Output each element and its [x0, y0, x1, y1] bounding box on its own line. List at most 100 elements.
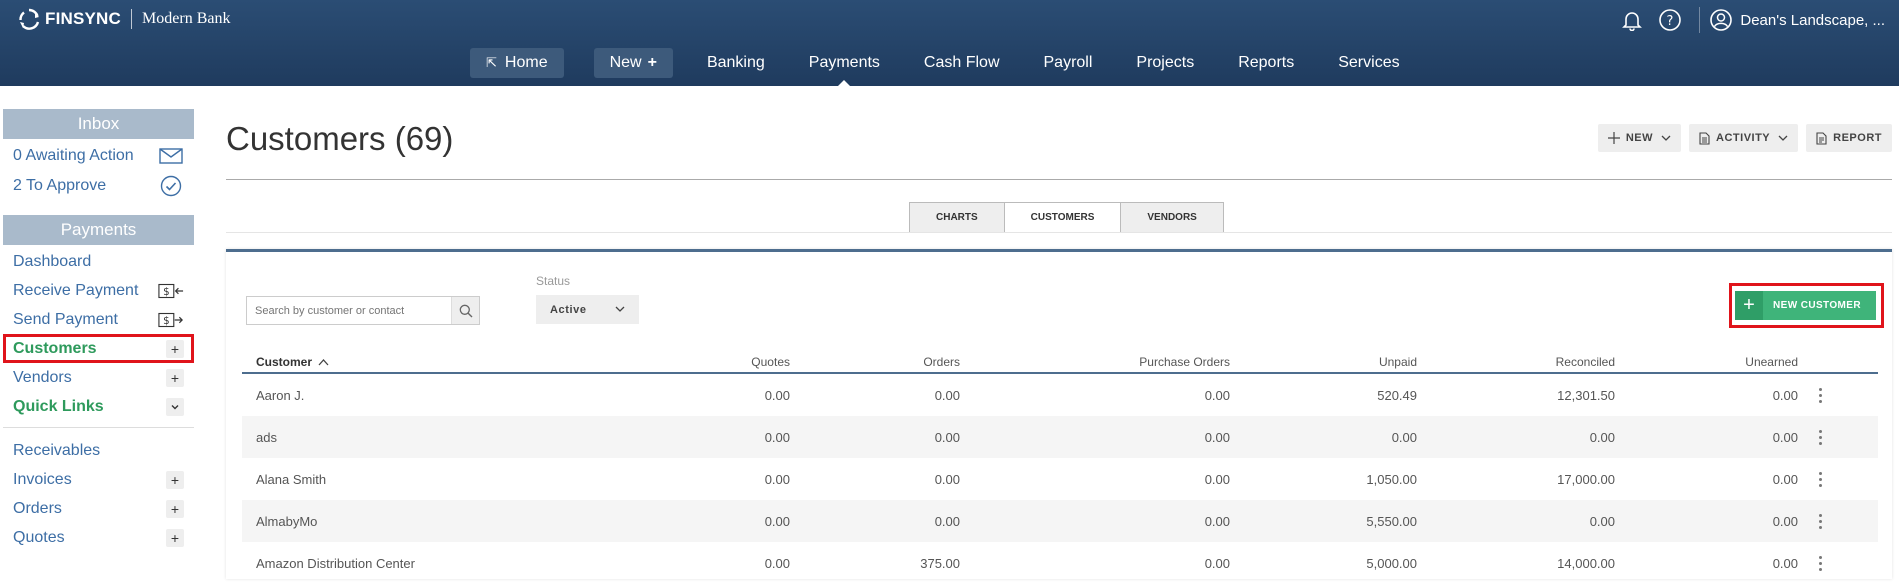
sidebar-item-customers[interactable]: Customers + — [3, 334, 194, 363]
plus-icon — [1607, 132, 1620, 144]
cell-purchase-orders: 0.00 — [1204, 555, 1230, 571]
column-quotes[interactable]: Quotes — [562, 355, 790, 369]
new-customer-highlight: + NEW CUSTOMER — [1729, 283, 1884, 328]
cell-reconciled: 0.00 — [1589, 513, 1615, 529]
payments-header: Payments — [3, 215, 194, 245]
column-purchase-orders[interactable]: Purchase Orders — [960, 355, 1230, 369]
status-filter-value: Active — [550, 303, 587, 316]
account-name[interactable]: Dean's Landscape, ... — [1740, 12, 1885, 29]
svg-text:?: ? — [1667, 14, 1674, 29]
nav-reports[interactable]: Reports — [1216, 48, 1316, 78]
cell-unearned: 0.00 — [1772, 555, 1798, 571]
status-filter-select[interactable]: Active — [536, 295, 639, 324]
row-menu-icon[interactable] — [1798, 387, 1842, 403]
row-menu-icon[interactable] — [1798, 555, 1842, 571]
add-customer-plus-icon[interactable]: + — [166, 339, 184, 358]
column-customer[interactable]: Customer — [242, 355, 562, 369]
nav-projects[interactable]: Projects — [1114, 48, 1216, 78]
nav-home[interactable]: ⇱ Home — [470, 48, 564, 78]
chevron-down-icon[interactable] — [166, 397, 184, 416]
sidebar-item-label: Invoices — [13, 470, 72, 488]
activity-dropdown-button[interactable]: ACTIVITY — [1689, 124, 1799, 152]
tab-customers[interactable]: CUSTOMERS — [1003, 202, 1122, 233]
sidebar-item-send-payment[interactable]: Send Payment $ — [3, 305, 194, 334]
column-unpaid[interactable]: Unpaid — [1230, 355, 1417, 369]
bell-icon[interactable] — [1619, 7, 1645, 33]
sidebar-item-quick-links[interactable]: Quick Links — [3, 392, 194, 421]
add-invoice-plus-icon[interactable]: + — [166, 470, 184, 489]
document-icon — [1699, 131, 1710, 145]
arrow-up-left-icon: ⇱ — [486, 55, 497, 70]
search-input[interactable] — [247, 297, 451, 324]
table-row[interactable]: Amazon Distribution Center 0.00 375.00 0… — [242, 542, 1878, 584]
sidebar-item-label: Receive Payment — [13, 281, 139, 299]
report-button-label: REPORT — [1833, 132, 1882, 144]
nav-new[interactable]: New + — [593, 48, 673, 78]
header-actions: ? Dean's Landscape, ... — [1619, 5, 1899, 35]
customer-name[interactable]: ads — [242, 430, 562, 445]
nav-payments[interactable]: Payments — [787, 48, 902, 86]
table-row[interactable]: Alana Smith 0.00 0.00 0.00 1,050.00 17,0… — [242, 458, 1878, 500]
add-vendor-plus-icon[interactable]: + — [166, 368, 184, 387]
column-orders[interactable]: Orders — [790, 355, 960, 369]
report-button[interactable]: REPORT — [1806, 124, 1892, 152]
help-icon[interactable]: ? — [1657, 7, 1683, 33]
sort-ascending-icon — [318, 358, 329, 366]
sidebar-item-quotes[interactable]: Quotes + — [3, 523, 194, 552]
add-order-plus-icon[interactable]: + — [166, 499, 184, 518]
cell-purchase-orders: 0.00 — [1204, 513, 1230, 529]
nav-cash-flow[interactable]: Cash Flow — [902, 48, 1022, 78]
search-icon[interactable] — [451, 297, 479, 324]
table-row[interactable]: ads 0.00 0.00 0.00 0.00 0.00 0.00 — [242, 416, 1878, 458]
nav-home-label: Home — [504, 54, 548, 71]
nav-payroll[interactable]: Payroll — [1022, 48, 1115, 78]
column-label: Customer — [256, 355, 313, 369]
sidebar-item-dashboard[interactable]: Dashboard — [3, 247, 194, 276]
customer-name[interactable]: AlmabyMo — [242, 514, 562, 529]
customer-name[interactable]: Amazon Distribution Center — [242, 556, 562, 571]
row-menu-icon[interactable] — [1798, 513, 1842, 529]
cell-quotes: 0.00 — [764, 387, 790, 403]
activity-button-label: ACTIVITY — [1716, 132, 1771, 144]
customer-name[interactable]: Alana Smith — [242, 472, 562, 487]
nav-services[interactable]: Services — [1316, 48, 1421, 78]
cell-orders: 0.00 — [934, 513, 960, 529]
new-customer-button[interactable]: + NEW CUSTOMER — [1735, 291, 1876, 320]
sidebar-item-invoices[interactable]: Invoices + — [3, 465, 194, 494]
add-quote-plus-icon[interactable]: + — [166, 528, 184, 547]
sidebar-item-vendors[interactable]: Vendors + — [3, 363, 194, 392]
row-menu-icon[interactable] — [1798, 471, 1842, 487]
header-separator — [1699, 7, 1701, 33]
page-actions: NEW ACTIVITY REPORT — [1590, 124, 1892, 152]
sidebar-item-label: Customers — [13, 339, 97, 357]
row-menu-icon[interactable] — [1798, 429, 1842, 445]
user-circle-icon[interactable] — [1708, 7, 1734, 33]
cell-orders: 375.00 — [920, 555, 960, 571]
chevron-down-icon — [1778, 134, 1788, 142]
sidebar-item-awaiting-action[interactable]: 0 Awaiting Action — [3, 141, 194, 171]
table-row[interactable]: Aaron J. 0.00 0.00 0.00 520.49 12,301.50… — [242, 374, 1878, 416]
sidebar-item-to-approve[interactable]: 2 To Approve — [3, 171, 194, 201]
tab-charts[interactable]: CHARTS — [909, 202, 1005, 233]
customer-name[interactable]: Aaron J. — [242, 388, 562, 403]
cell-quotes: 0.00 — [764, 429, 790, 445]
sidebar-item-receive-payment[interactable]: Receive Payment $ — [3, 276, 194, 305]
nav-banking[interactable]: Banking — [685, 48, 787, 78]
column-reconciled[interactable]: Reconciled — [1417, 355, 1615, 369]
column-unearned[interactable]: Unearned — [1615, 355, 1798, 369]
cell-reconciled: 17,000.00 — [1557, 471, 1615, 487]
page-title: Customers (69) — [226, 120, 454, 157]
status-filter-label: Status — [536, 274, 571, 288]
bank-name: Modern Bank — [142, 10, 231, 27]
cell-quotes: 0.00 — [764, 513, 790, 529]
sidebar-item-label: Quotes — [13, 528, 65, 546]
sidebar-item-label: Vendors — [13, 368, 72, 386]
table-row[interactable]: AlmabyMo 0.00 0.00 0.00 5,550.00 0.00 0.… — [242, 500, 1878, 542]
sidebar-item-orders[interactable]: Orders + — [3, 494, 194, 523]
brand[interactable]: FINSYNC Modern Bank — [18, 8, 230, 30]
cell-unpaid: 5,550.00 — [1366, 513, 1417, 529]
tab-vendors[interactable]: VENDORS — [1120, 202, 1224, 233]
sidebar-item-receivables[interactable]: Receivables — [3, 436, 194, 465]
new-dropdown-button[interactable]: NEW — [1597, 124, 1682, 152]
check-circle-icon — [158, 175, 184, 197]
